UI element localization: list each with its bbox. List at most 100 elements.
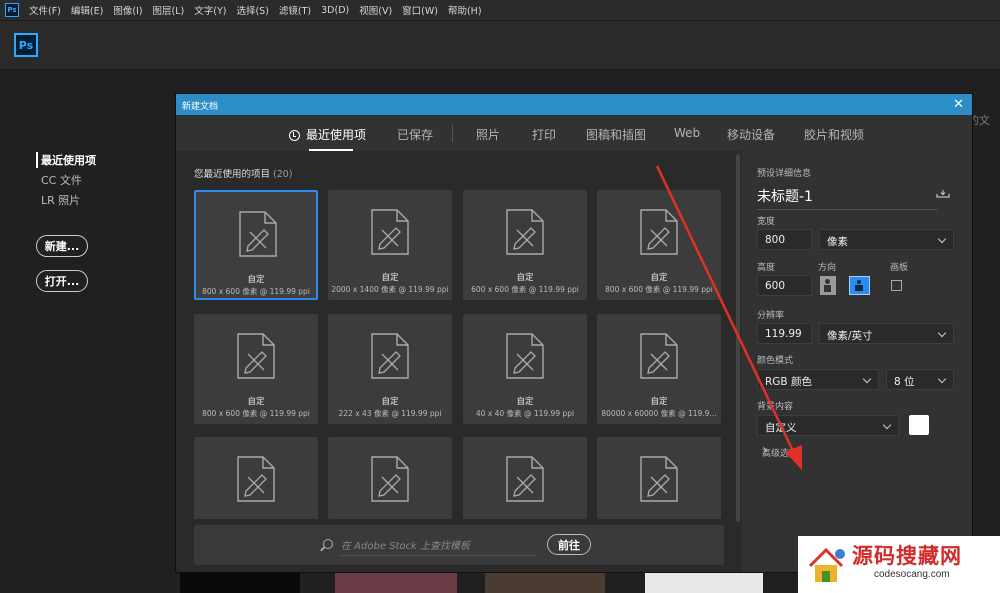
document-file-icon bbox=[506, 333, 544, 379]
home-nav-cc-files[interactable]: CC 文件 bbox=[36, 172, 96, 188]
preset-size: 80000 x 60000 像素 @ 119.9... bbox=[601, 409, 717, 418]
tab-photo[interactable]: 照片 bbox=[476, 126, 500, 143]
menu-type[interactable]: 文字(Y) bbox=[194, 3, 226, 17]
menu-file[interactable]: 文件(F) bbox=[29, 3, 61, 17]
ps-app-icon: Ps bbox=[5, 3, 19, 17]
app-bar bbox=[0, 21, 1000, 70]
thumbnail-image[interactable] bbox=[180, 573, 300, 593]
recent-preset-card[interactable]: 自定 40 x 40 像素 @ 119.99 ppi bbox=[463, 314, 587, 424]
new-document-dialog: 新建文档 ✕ 最近使用项 已保存 照片 打印 图稿和插图 Web 移动设备 胶片… bbox=[175, 93, 973, 573]
artboard-label: 画板 bbox=[890, 263, 909, 273]
recent-preset-card[interactable]: 自定 80000 x 60000 像素 @ 119.9... bbox=[597, 314, 721, 424]
height-label: 高度 bbox=[757, 263, 776, 273]
recent-preset-card[interactable]: 自定 2000 x 1400 像素 @ 119.99 ppi bbox=[328, 190, 452, 300]
landscape-orientation-icon[interactable] bbox=[849, 276, 870, 295]
tab-art-illustration[interactable]: 图稿和插图 bbox=[586, 126, 646, 143]
document-file-icon bbox=[506, 209, 544, 255]
menu-filter[interactable]: 滤镜(T) bbox=[279, 3, 311, 17]
thumbnail-image[interactable] bbox=[485, 573, 605, 593]
ps-logo-icon: Ps bbox=[14, 33, 38, 57]
menu-image[interactable]: 图像(I) bbox=[113, 3, 142, 17]
width-unit-select[interactable]: 像素 bbox=[819, 229, 954, 250]
tab-mobile[interactable]: 移动设备 bbox=[727, 126, 775, 143]
clock-icon bbox=[289, 130, 300, 141]
tab-web[interactable]: Web bbox=[674, 126, 700, 140]
home-nav: 最近使用项 CC 文件 LR 照片 bbox=[36, 152, 96, 212]
preset-size: 800 x 600 像素 @ 119.99 ppi bbox=[202, 409, 310, 418]
home-nav-recent[interactable]: 最近使用项 bbox=[36, 152, 96, 168]
document-file-icon bbox=[640, 209, 678, 255]
preset-size: 222 x 43 像素 @ 119.99 ppi bbox=[338, 409, 442, 418]
recent-preset-card[interactable]: 自定 222 x 43 像素 @ 119.99 ppi bbox=[328, 314, 452, 424]
preset-size: 2000 x 1400 像素 @ 119.99 ppi bbox=[331, 285, 449, 294]
width-label: 宽度 bbox=[757, 217, 776, 227]
preset-name: 自定 bbox=[650, 397, 668, 407]
thumbnail-image[interactable] bbox=[645, 573, 763, 593]
document-file-icon bbox=[371, 333, 409, 379]
dialog-title-bar: 新建文档 ✕ bbox=[176, 94, 972, 115]
document-name-input[interactable]: 未标题-1 bbox=[757, 186, 937, 210]
menu-window[interactable]: 窗口(W) bbox=[402, 3, 438, 17]
recent-preset-card[interactable]: 自定 600 x 600 像素 @ 119.99 ppi bbox=[463, 190, 587, 300]
thumbnail-image[interactable] bbox=[335, 573, 457, 593]
document-file-icon bbox=[239, 211, 277, 257]
advanced-options-toggle[interactable]: 高级选项 bbox=[762, 446, 798, 459]
tab-saved[interactable]: 已保存 bbox=[397, 126, 433, 143]
watermark-title: 源码搜藏网 bbox=[852, 544, 962, 568]
resolution-unit-select[interactable]: 像素/英寸 bbox=[819, 323, 954, 344]
document-file-icon bbox=[506, 456, 544, 502]
document-file-icon bbox=[237, 456, 275, 502]
width-input[interactable]: 800 bbox=[757, 229, 812, 250]
tab-divider bbox=[452, 125, 453, 142]
recent-preset-card[interactable] bbox=[597, 437, 721, 519]
artboard-checkbox[interactable] bbox=[891, 280, 902, 291]
scrollbar[interactable] bbox=[736, 154, 740, 522]
recent-preset-card[interactable]: 自定 800 x 600 像素 @ 119.99 ppi bbox=[194, 190, 318, 300]
background-contents-label: 背景内容 bbox=[757, 402, 794, 412]
save-preset-icon[interactable] bbox=[936, 190, 950, 198]
new-button[interactable]: 新建... bbox=[36, 235, 88, 257]
preset-name: 自定 bbox=[516, 397, 534, 407]
tab-recent[interactable]: 最近使用项 bbox=[289, 126, 366, 143]
dialog-title: 新建文档 bbox=[182, 102, 219, 112]
go-button[interactable]: 前往 bbox=[547, 534, 591, 555]
tab-print[interactable]: 打印 bbox=[532, 126, 556, 143]
recent-preset-card[interactable]: 自定 800 x 600 像素 @ 119.99 ppi bbox=[597, 190, 721, 300]
open-button[interactable]: 打开... bbox=[36, 270, 88, 292]
recent-preset-card[interactable] bbox=[194, 437, 318, 519]
bit-depth-select[interactable]: 8 位 bbox=[886, 369, 954, 390]
preset-size: 40 x 40 像素 @ 119.99 ppi bbox=[475, 409, 575, 418]
document-file-icon bbox=[237, 333, 275, 379]
preset-name: 自定 bbox=[247, 275, 265, 285]
recent-preset-card[interactable] bbox=[328, 437, 452, 519]
tab-film-video[interactable]: 胶片和视频 bbox=[804, 126, 864, 143]
close-icon[interactable]: ✕ bbox=[953, 97, 964, 112]
background-color-swatch[interactable] bbox=[909, 415, 929, 435]
menu-view[interactable]: 视图(V) bbox=[359, 3, 392, 17]
menu-layer[interactable]: 图层(L) bbox=[153, 3, 185, 17]
menu-help[interactable]: 帮助(H) bbox=[448, 3, 482, 17]
background-contents-select[interactable]: 自定义 bbox=[757, 415, 899, 436]
height-input[interactable]: 600 bbox=[757, 275, 812, 296]
preset-tabs: 最近使用项 已保存 照片 打印 图稿和插图 Web 移动设备 胶片和视频 bbox=[176, 115, 972, 152]
recent-preset-card[interactable]: 自定 800 x 600 像素 @ 119.99 ppi bbox=[194, 314, 318, 424]
menu-select[interactable]: 选择(S) bbox=[236, 3, 268, 17]
menu-3d[interactable]: 3D(D) bbox=[321, 5, 349, 16]
preset-name: 自定 bbox=[650, 273, 668, 283]
watermark: 源码搜藏网 codesocang.com bbox=[798, 536, 1000, 593]
recent-preset-card[interactable] bbox=[463, 437, 587, 519]
portrait-orientation-icon[interactable] bbox=[820, 276, 836, 295]
stock-search-input[interactable]: 在 Adobe Stock 上查找模板 bbox=[341, 537, 536, 556]
menu-edit[interactable]: 编辑(E) bbox=[71, 3, 103, 17]
resolution-input[interactable]: 119.99 bbox=[757, 323, 812, 344]
preset-size: 800 x 600 像素 @ 119.99 ppi bbox=[605, 285, 713, 294]
resolution-label: 分辨率 bbox=[757, 311, 785, 321]
menu-bar: Ps 文件(F) 编辑(E) 图像(I) 图层(L) 文字(Y) 选择(S) 滤… bbox=[0, 0, 1000, 21]
color-mode-select[interactable]: RGB 颜色 bbox=[757, 369, 879, 390]
preset-details-heading: 预设详细信息 bbox=[757, 169, 812, 179]
recent-items-heading: 您最近使用的项目 (20) bbox=[194, 169, 293, 180]
home-nav-lr-photos[interactable]: LR 照片 bbox=[36, 192, 96, 208]
preset-size: 600 x 600 像素 @ 119.99 ppi bbox=[471, 285, 579, 294]
document-file-icon bbox=[371, 456, 409, 502]
preset-size: 800 x 600 像素 @ 119.99 ppi bbox=[202, 287, 310, 296]
